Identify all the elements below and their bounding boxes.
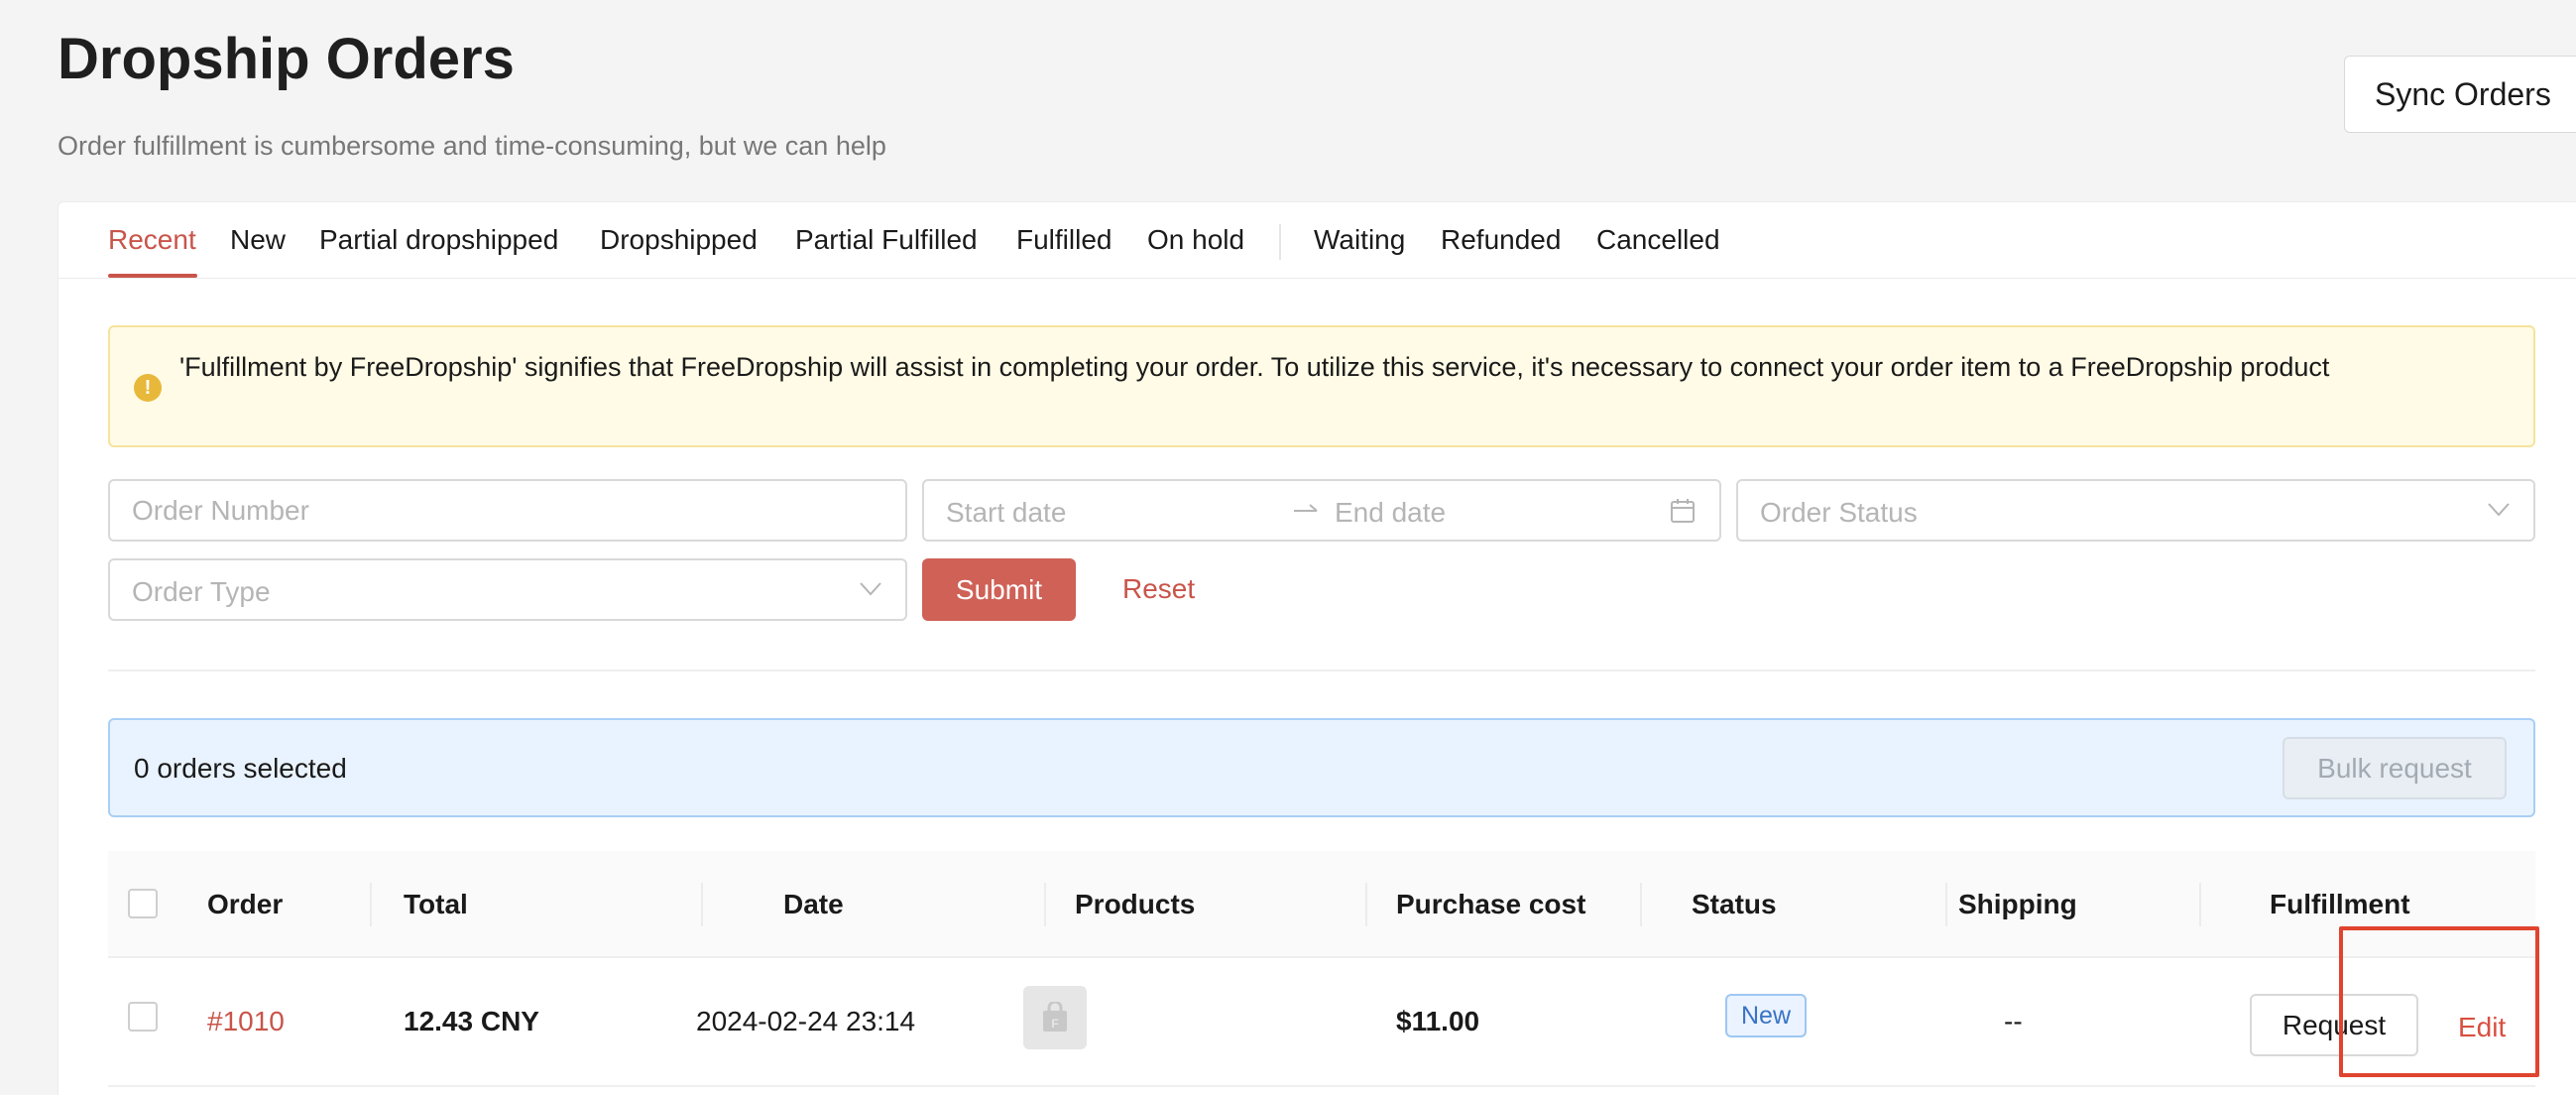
calendar-icon [1670,497,1696,532]
order-status-placeholder: Order Status [1760,497,1918,528]
tab-new[interactable]: New [230,224,286,256]
page-subtitle: Order fulfillment is cumbersome and time… [58,131,886,161]
tab-fulfilled[interactable]: Fulfilled [1016,224,1112,256]
column-products: Products [1075,889,1196,919]
bulk-request-button[interactable]: Bulk request [2283,737,2507,799]
exclamation-circle-icon: ! [134,374,162,402]
column-separator [701,883,703,926]
column-status: Status [1692,889,1777,919]
divider [108,669,2535,671]
order-type-placeholder: Order Type [132,576,271,607]
arrow-right-icon [1293,495,1319,532]
order-number-input[interactable] [108,479,907,542]
column-shipping: Shipping [1958,889,2077,919]
tab-partial-dropshipped[interactable]: Partial dropshipped [319,224,558,256]
shipping-value: -- [2004,1006,2023,1036]
alert-text: 'Fulfillment by FreeDropship' signifies … [179,352,2330,382]
end-date-placeholder[interactable]: End date [1335,497,1446,529]
reset-link[interactable]: Reset [1122,573,1195,605]
orders-card: Recent New Partial dropshipped Dropshipp… [58,201,2576,1095]
column-total: Total [404,889,468,919]
status-tabs: Recent New Partial dropshipped Dropshipp… [59,202,2576,279]
tab-recent[interactable]: Recent [108,224,196,256]
column-separator [1640,883,1642,926]
tab-waiting[interactable]: Waiting [1314,224,1405,256]
order-number-field[interactable] [110,481,905,540]
row-checkbox[interactable] [128,1002,158,1032]
table-row: #1010 12.43 CNY 2024-02-24 23:14 F $11.0… [108,958,2535,1087]
date-range-picker[interactable]: Start date End date [922,479,1721,542]
start-date-placeholder[interactable]: Start date [946,497,1066,529]
order-link[interactable]: #1010 [207,1006,285,1037]
status-badge: New [1725,994,1808,1037]
column-purchase-cost: Purchase cost [1396,889,1586,919]
column-separator [2199,883,2201,926]
column-fulfillment: Fulfillment [2270,889,2410,919]
order-type-select[interactable]: Order Type [108,558,907,621]
column-separator [1945,883,1947,926]
purchase-cost: $11.00 [1396,1006,1480,1036]
chevron-down-icon [2488,503,2510,517]
order-total: 12.43 CNY [404,1006,539,1036]
tab-divider [1279,224,1281,260]
chevron-down-icon [860,582,881,596]
selected-count: 0 orders selected [134,753,347,784]
table-header: Order Total Date Products Purchase cost … [108,851,2535,958]
tab-cancelled[interactable]: Cancelled [1596,224,1720,256]
order-date: 2024-02-24 23:14 [696,1006,916,1036]
page-title: Dropship Orders [58,27,515,91]
selection-bar: 0 orders selected Bulk request [108,718,2535,817]
product-image-placeholder-icon[interactable]: F [1023,986,1087,1049]
tab-dropshipped[interactable]: Dropshipped [600,224,758,256]
info-alert: ! 'Fulfillment by FreeDropship' signifie… [108,325,2535,447]
svg-text:F: F [1051,1017,1058,1031]
submit-button[interactable]: Submit [922,558,1076,621]
order-status-select[interactable]: Order Status [1736,479,2535,542]
tab-on-hold[interactable]: On hold [1147,224,1244,256]
column-separator [1044,883,1046,926]
sync-orders-button[interactable]: Sync Orders [2344,56,2576,133]
column-separator [1365,883,1367,926]
column-date: Date [783,889,844,919]
column-order: Order [207,889,284,919]
tab-refunded[interactable]: Refunded [1441,224,1561,256]
active-tab-indicator [108,274,197,278]
tab-partial-fulfilled[interactable]: Partial Fulfilled [795,224,978,256]
column-separator [370,883,372,926]
highlight-annotation-box [2339,926,2539,1077]
select-all-checkbox[interactable] [128,889,158,918]
